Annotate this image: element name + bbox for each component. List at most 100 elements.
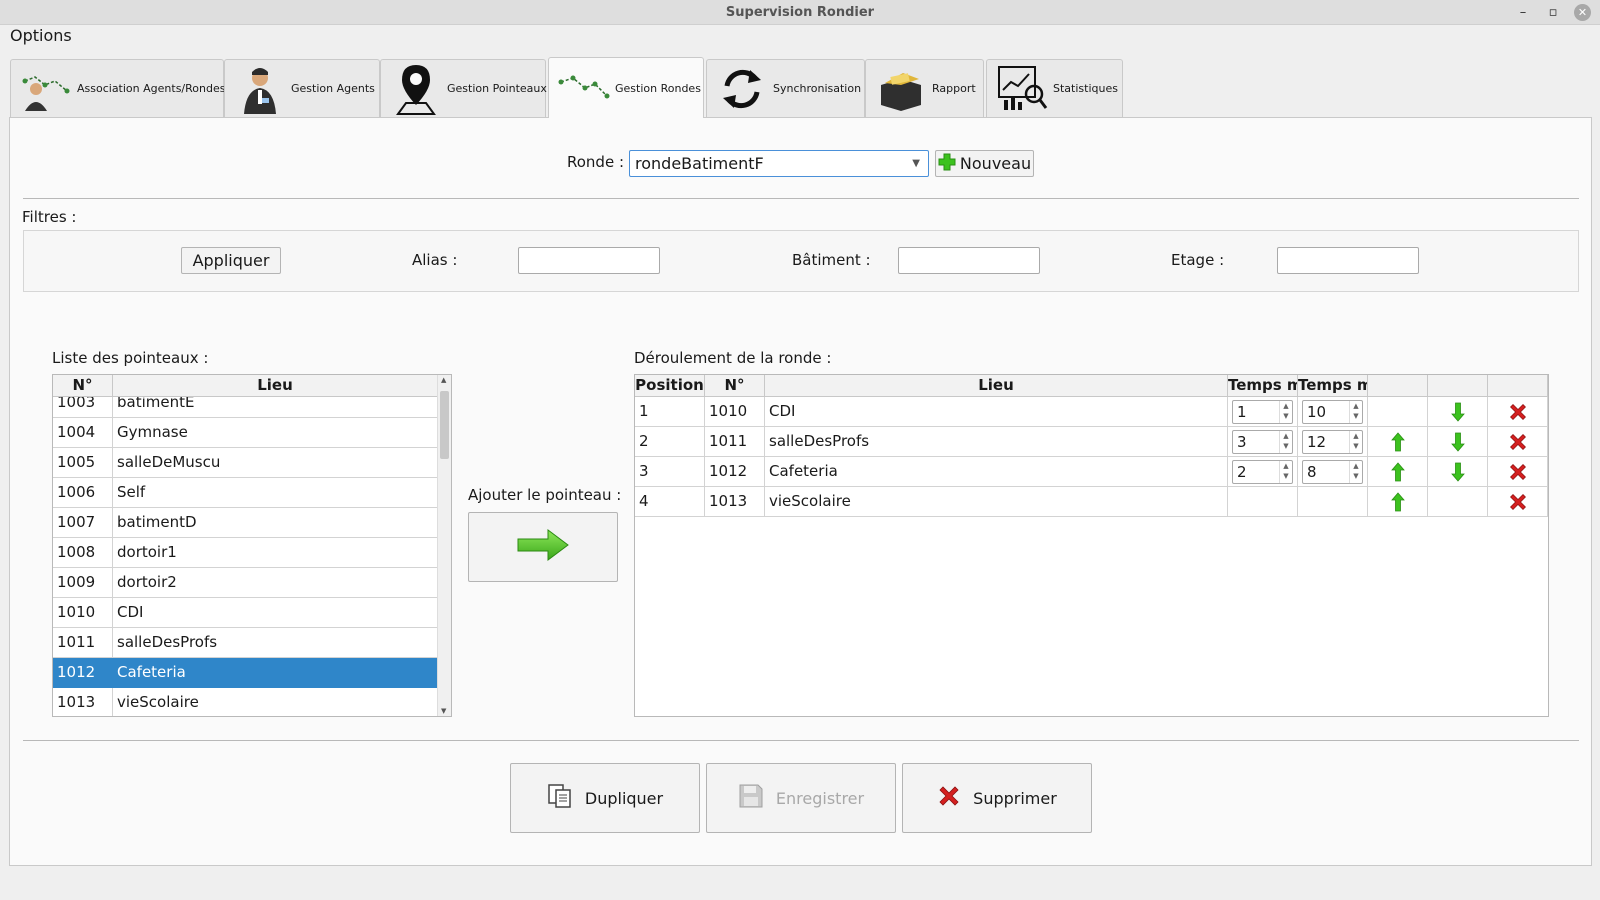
step-num: 1013 bbox=[705, 487, 765, 517]
move-down-cell bbox=[1428, 487, 1488, 517]
tab-label: Rapport bbox=[932, 82, 976, 95]
column-header-move-up[interactable] bbox=[1368, 375, 1428, 397]
pointeau-row[interactable]: 1008 dortoir1 bbox=[53, 538, 438, 568]
enregistrer-button[interactable]: Enregistrer bbox=[706, 763, 896, 833]
delete-x-icon[interactable] bbox=[1488, 397, 1548, 427]
temps-min-spinbox[interactable]: 3 ▲ ▼ bbox=[1232, 430, 1293, 454]
tab-gestion-pointeaux[interactable]: Gestion Pointeaux bbox=[380, 59, 547, 117]
column-header-num[interactable]: N° bbox=[53, 375, 113, 397]
tab-statistiques[interactable]: Statistiques bbox=[986, 59, 1123, 117]
temps-max-value: 12 bbox=[1307, 433, 1327, 451]
pointeau-num: 1004 bbox=[53, 418, 113, 448]
temps-min-value: 2 bbox=[1237, 463, 1247, 481]
nouveau-button[interactable]: Nouveau bbox=[935, 150, 1034, 177]
maximize-button[interactable]: ▫ bbox=[1543, 3, 1563, 22]
column-header-lieu[interactable]: Lieu bbox=[113, 375, 438, 397]
tab-label: Synchronisation bbox=[773, 82, 862, 95]
column-header-num[interactable]: N° bbox=[705, 375, 765, 397]
arrow-down-icon[interactable] bbox=[1428, 457, 1488, 487]
temps-max-value: 10 bbox=[1307, 403, 1327, 421]
temps-max-value: 8 bbox=[1307, 463, 1317, 481]
pointeaux-list-title: Liste des pointeaux : bbox=[52, 349, 209, 367]
pointeau-num: 1008 bbox=[53, 538, 113, 568]
temps-max-spinbox[interactable]: 10 ▲ ▼ bbox=[1302, 400, 1363, 424]
tab-rapport[interactable]: Rapport bbox=[865, 59, 984, 117]
temps-max-spinbox[interactable]: 12 ▲ ▼ bbox=[1302, 430, 1363, 454]
column-header-position[interactable]: Position bbox=[635, 375, 705, 397]
tab-gestion-rondes[interactable]: Gestion Rondes bbox=[548, 57, 704, 118]
spin-arrows-icon[interactable]: ▲ ▼ bbox=[1279, 431, 1292, 453]
arrow-down-icon[interactable] bbox=[1428, 427, 1488, 457]
tab-label: Gestion Agents bbox=[291, 82, 375, 95]
pointeaux-scrollbar[interactable]: ▲ ▼ bbox=[437, 375, 451, 716]
temps-min-spinbox[interactable]: 2 ▲ ▼ bbox=[1232, 460, 1293, 484]
minimize-button[interactable]: – bbox=[1513, 3, 1533, 22]
spin-arrows-icon[interactable]: ▲ ▼ bbox=[1349, 401, 1362, 423]
delete-x-icon[interactable] bbox=[1488, 457, 1548, 487]
tab-gestion-agents[interactable]: Gestion Agents bbox=[224, 59, 380, 117]
arrow-down-icon[interactable] bbox=[1428, 397, 1488, 427]
menu-options[interactable]: Options bbox=[10, 26, 72, 45]
arrow-up-icon[interactable] bbox=[1368, 487, 1428, 517]
tab-association-agents-rondes[interactable]: Association Agents/Rondes bbox=[10, 59, 225, 117]
etage-label: Etage : bbox=[1171, 251, 1225, 269]
spin-arrows-icon[interactable]: ▲ ▼ bbox=[1349, 461, 1362, 483]
pointeau-lieu: salleDesProfs bbox=[113, 628, 438, 658]
spin-arrows-icon[interactable]: ▲ ▼ bbox=[1349, 431, 1362, 453]
ronde-step-row[interactable]: 3 1012 Cafeteria 2 ▲ ▼ 8 ▲ ▼ bbox=[635, 457, 1548, 487]
arrow-up-icon[interactable] bbox=[1368, 427, 1428, 457]
temps-min-spinbox[interactable]: 1 ▲ ▼ bbox=[1232, 400, 1293, 424]
column-header-delete[interactable] bbox=[1488, 375, 1548, 397]
temps-max-cell bbox=[1298, 487, 1368, 517]
arrow-up-icon[interactable] bbox=[1368, 457, 1428, 487]
pointeau-row[interactable]: 1012 Cafeteria bbox=[53, 658, 438, 688]
add-pointeau-label: Ajouter le pointeau : bbox=[468, 486, 622, 504]
ronde-step-row[interactable]: 1 1010 CDI 1 ▲ ▼ 10 ▲ ▼ bbox=[635, 397, 1548, 427]
pointeau-num: 1013 bbox=[53, 688, 113, 716]
pointeaux-table[interactable]: N° Lieu 1003 batimentE 1004 Gymnase 1005 sall… bbox=[52, 374, 452, 717]
ronde-select[interactable]: rondeBatimentF ▼ bbox=[629, 150, 929, 177]
column-header-lieu[interactable]: Lieu bbox=[765, 375, 1228, 397]
ronde-step-row[interactable]: 2 1011 salleDesProfs 3 ▲ ▼ 12 ▲ ▼ bbox=[635, 427, 1548, 457]
pointeau-row[interactable]: 1007 batimentD bbox=[53, 508, 438, 538]
pointeau-row[interactable]: 1013 vieScolaire bbox=[53, 688, 438, 716]
ronde-step-row[interactable]: 4 1013 vieScolaire bbox=[635, 487, 1548, 517]
alias-input[interactable] bbox=[518, 247, 660, 274]
deroulement-table[interactable]: Position N° Lieu Temps min Temps max 1 10… bbox=[634, 374, 1549, 717]
column-header-temps-min[interactable]: Temps min bbox=[1228, 375, 1298, 397]
pointeau-row[interactable]: 1004 Gymnase bbox=[53, 418, 438, 448]
pointeau-row[interactable]: 1005 salleDeMuscu bbox=[53, 448, 438, 478]
column-header-move-down[interactable] bbox=[1428, 375, 1488, 397]
add-pointeau-button[interactable] bbox=[468, 512, 618, 582]
scroll-down-icon[interactable]: ▼ bbox=[441, 707, 446, 715]
scrollbar-thumb[interactable] bbox=[440, 391, 449, 459]
chevron-down-icon: ▼ bbox=[912, 158, 920, 169]
pointeau-row[interactable]: 1011 salleDesProfs bbox=[53, 628, 438, 658]
save-icon bbox=[738, 783, 764, 813]
tab-synchronisation[interactable]: Synchronisation bbox=[706, 59, 865, 117]
supprimer-button[interactable]: Supprimer bbox=[902, 763, 1092, 833]
temps-min-value: 1 bbox=[1237, 403, 1247, 421]
enregistrer-label: Enregistrer bbox=[775, 788, 865, 808]
column-header-temps-max[interactable]: Temps max bbox=[1298, 375, 1368, 397]
ronde-label: Ronde : bbox=[567, 153, 625, 171]
pointeau-row[interactable]: 1003 batimentE bbox=[53, 397, 438, 418]
spin-arrows-icon[interactable]: ▲ ▼ bbox=[1279, 461, 1292, 483]
delete-x-icon[interactable] bbox=[1488, 427, 1548, 457]
pointeau-row[interactable]: 1006 Self bbox=[53, 478, 438, 508]
sync-icon bbox=[715, 64, 769, 114]
scroll-up-icon[interactable]: ▲ bbox=[441, 376, 446, 384]
dupliquer-button[interactable]: Dupliquer bbox=[510, 763, 700, 833]
etage-input[interactable] bbox=[1277, 247, 1419, 274]
temps-min-value: 3 bbox=[1237, 433, 1247, 451]
spin-arrows-icon[interactable]: ▲ ▼ bbox=[1279, 401, 1292, 423]
appliquer-button[interactable]: Appliquer bbox=[181, 247, 281, 274]
pointeau-row[interactable]: 1009 dortoir2 bbox=[53, 568, 438, 598]
pointeau-row[interactable]: 1010 CDI bbox=[53, 598, 438, 628]
delete-x-icon[interactable] bbox=[1488, 487, 1548, 517]
pointeau-lieu: Self bbox=[113, 478, 438, 508]
close-button[interactable]: ✕ bbox=[1574, 4, 1591, 21]
temps-max-spinbox[interactable]: 8 ▲ ▼ bbox=[1302, 460, 1363, 484]
tab-label: Statistiques bbox=[1053, 82, 1118, 95]
batiment-input[interactable] bbox=[898, 247, 1040, 274]
